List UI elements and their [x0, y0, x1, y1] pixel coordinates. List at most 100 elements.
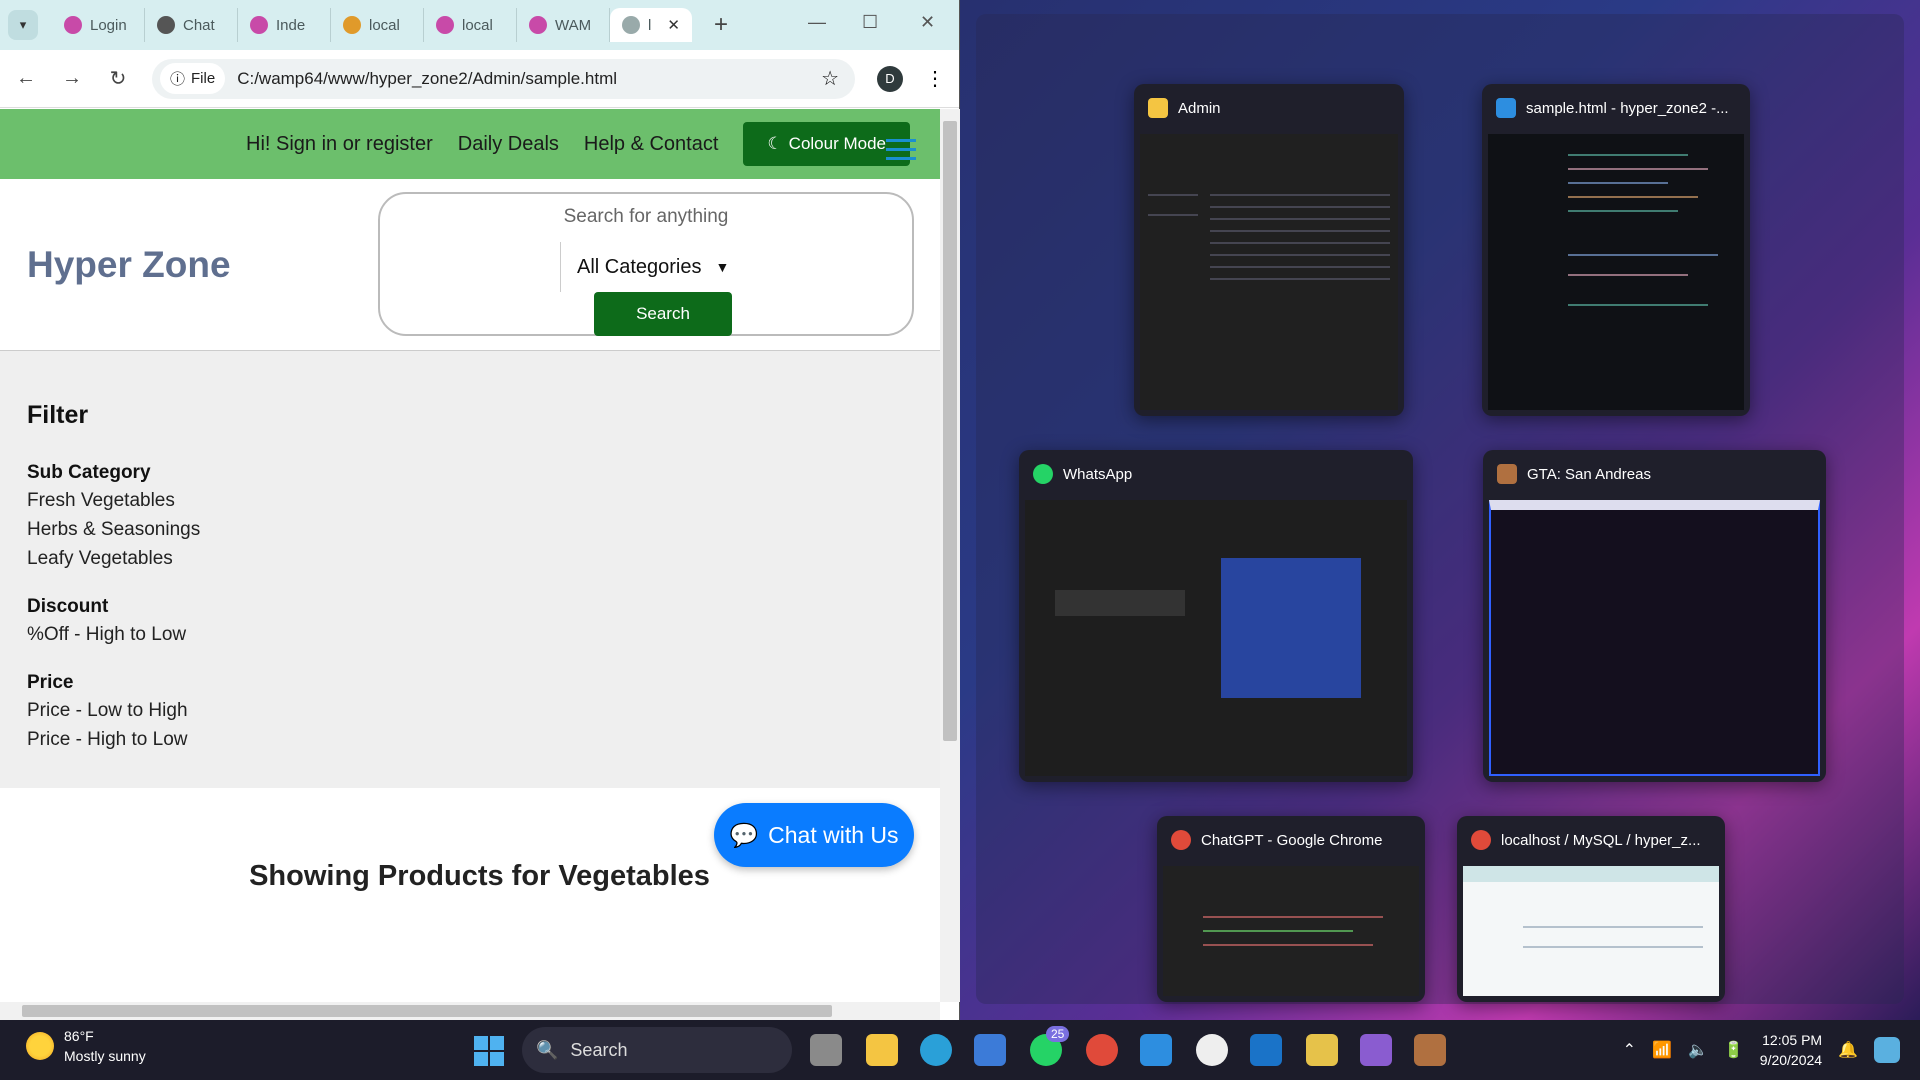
chatgpt-preview	[1163, 866, 1419, 996]
task-view-icon[interactable]	[810, 1034, 842, 1066]
taskbar-search[interactable]: 🔍 Search	[522, 1027, 792, 1073]
hamburger-icon[interactable]	[886, 139, 916, 166]
filter-discount-high-low[interactable]: %Off - High to Low	[27, 624, 913, 646]
menu-icon[interactable]: ⋮	[925, 66, 945, 91]
wamp-icon	[529, 16, 547, 34]
tab-index[interactable]: Inde	[238, 8, 331, 42]
category-select[interactable]: All Categories ▼	[560, 242, 729, 292]
daily-deals-link[interactable]: Daily Deals	[458, 133, 559, 156]
network-icon[interactable]: 📶	[1652, 1040, 1672, 1060]
discount-heading: Discount	[27, 596, 109, 617]
url-text[interactable]: C:/wamp64/www/hyper_zone2/Admin/sample.h…	[237, 69, 809, 89]
outlook-icon[interactable]	[1250, 1034, 1282, 1066]
snap-window-gta[interactable]: GTA: San Andreas	[1483, 450, 1826, 782]
file-explorer-icon[interactable]	[866, 1034, 898, 1066]
temperature: 86°F	[64, 1028, 94, 1044]
filter-herbs-seasonings[interactable]: Herbs & Seasonings	[27, 519, 913, 541]
signin-link[interactable]: Hi! Sign in or register	[246, 133, 433, 156]
tab-phpmyadmin[interactable]: local	[331, 8, 424, 42]
paint-icon[interactable]	[1306, 1034, 1338, 1066]
chat-icon: 💬	[729, 821, 759, 848]
forward-button[interactable]: →	[60, 67, 84, 90]
close-window-button[interactable]: ✕	[920, 12, 935, 33]
filter-fresh-vegetables[interactable]: Fresh Vegetables	[27, 490, 913, 512]
whatsapp-business-icon[interactable]	[1196, 1034, 1228, 1066]
volume-icon[interactable]: 🔈	[1688, 1040, 1708, 1060]
filter-price-low-high[interactable]: Price - Low to High	[27, 700, 913, 722]
notification-badge: 25	[1046, 1026, 1070, 1042]
top-nav: Hi! Sign in or register Daily Deals Help…	[0, 109, 940, 179]
info-icon: ⓘ	[170, 71, 186, 88]
profile-avatar[interactable]: D	[877, 65, 903, 92]
phpmyadmin-preview	[1463, 866, 1719, 996]
new-tab-button[interactable]: +	[714, 11, 728, 39]
vscode-icon[interactable]	[1140, 1034, 1172, 1066]
maximize-button[interactable]: ☐	[862, 12, 878, 33]
snap-assist-area: Admin sample.html - hyper_zone2 -... Wha…	[960, 0, 1920, 1020]
tab-login[interactable]: Login	[52, 8, 145, 42]
wamp-icon	[64, 16, 82, 34]
snap-window-whatsapp[interactable]: WhatsApp	[1019, 450, 1413, 782]
minimize-button[interactable]: —	[808, 12, 826, 33]
chrome-icon	[1471, 830, 1491, 850]
wamp-icon	[436, 16, 454, 34]
tab-strip: ▾ Login Chat Inde local local WAM l ✕ + —…	[0, 0, 959, 50]
battery-icon[interactable]: 🔋	[1724, 1040, 1744, 1060]
whatsapp-preview	[1025, 500, 1407, 776]
whatsapp-icon	[1033, 464, 1053, 484]
sun-icon	[26, 1032, 54, 1060]
filter-price-high-low[interactable]: Price - High to Low	[27, 729, 913, 751]
price-heading: Price	[27, 672, 74, 693]
tab-active[interactable]: l ✕	[610, 8, 692, 42]
snap-window-admin[interactable]: Admin	[1134, 84, 1404, 416]
star-icon[interactable]: ☆	[821, 66, 839, 91]
snap-window-phpmyadmin[interactable]: localhost / MySQL / hyper_z...	[1457, 816, 1725, 1002]
colour-mode-button[interactable]: ☾ Colour Mode	[743, 122, 910, 166]
search-input[interactable]: Search for anything	[380, 206, 912, 228]
browser-toolbar: ← → ↻ ⓘ File C:/wamp64/www/hyper_zone2/Ad…	[0, 50, 959, 108]
chrome-icon[interactable]	[1086, 1034, 1118, 1066]
store-icon[interactable]	[974, 1034, 1006, 1066]
browser-window: ▾ Login Chat Inde local local WAM l ✕ + —…	[0, 0, 960, 1020]
windows-start-icon[interactable]	[474, 1036, 504, 1066]
search-box: Search for anything All Categories ▼ Sear…	[378, 192, 914, 336]
scroll-thumb[interactable]	[22, 1005, 832, 1017]
close-icon[interactable]: ✕	[667, 16, 680, 34]
search-button[interactable]: Search	[594, 292, 732, 336]
gta-icon[interactable]	[1414, 1034, 1446, 1066]
tab-localhost[interactable]: local	[424, 8, 517, 42]
tab-chat[interactable]: Chat	[145, 8, 238, 42]
explorer-preview	[1140, 134, 1398, 410]
horizontal-scrollbar[interactable]	[0, 1002, 940, 1020]
vscode-icon	[1496, 98, 1516, 118]
chevron-down-icon: ▾	[19, 17, 27, 32]
snap-window-chatgpt[interactable]: ChatGPT - Google Chrome	[1157, 816, 1425, 1002]
scroll-thumb[interactable]	[943, 121, 957, 741]
search-icon: 🔍	[536, 1039, 559, 1060]
chat-with-us-button[interactable]: 💬 Chat with Us	[714, 803, 914, 867]
chevron-up-icon[interactable]: ⌃	[1623, 1040, 1636, 1060]
filter-leafy-vegetables[interactable]: Leafy Vegetables	[27, 548, 913, 570]
site-info-chip[interactable]: ⓘ File	[160, 63, 226, 94]
help-contact-link[interactable]: Help & Contact	[584, 133, 719, 156]
copilot-icon[interactable]	[1874, 1037, 1900, 1063]
bell-icon[interactable]: 🔔	[1838, 1040, 1858, 1060]
tab-search-button[interactable]: ▾	[8, 10, 38, 40]
tab-wamp[interactable]: WAM	[517, 8, 610, 42]
visual-studio-icon[interactable]	[1360, 1034, 1392, 1066]
phpmyadmin-icon	[343, 16, 361, 34]
vertical-scrollbar[interactable]	[940, 109, 960, 1002]
moon-icon: ☾	[767, 134, 783, 153]
system-tray: ⌃ 📶 🔈 🔋 12:05 PM 9/20/2024 🔔	[1623, 1020, 1900, 1080]
reload-button[interactable]: ↻	[106, 66, 130, 91]
site-logo[interactable]: Hyper Zone	[27, 244, 231, 286]
filter-title: Filter	[27, 401, 89, 429]
address-bar[interactable]: ⓘ File C:/wamp64/www/hyper_zone2/Admin/sa…	[152, 58, 855, 99]
back-button[interactable]: ←	[14, 67, 38, 90]
snap-window-vscode[interactable]: sample.html - hyper_zone2 -...	[1482, 84, 1750, 416]
folder-icon	[1148, 98, 1168, 118]
weather-widget[interactable]: 86°F Mostly sunny	[26, 1026, 146, 1066]
clock[interactable]: 12:05 PM 9/20/2024	[1760, 1030, 1822, 1070]
taskbar: 86°F Mostly sunny 🔍 Search 25 ⌃ 📶 🔈 🔋 12:0…	[0, 1020, 1920, 1080]
edge-icon[interactable]	[920, 1034, 952, 1066]
